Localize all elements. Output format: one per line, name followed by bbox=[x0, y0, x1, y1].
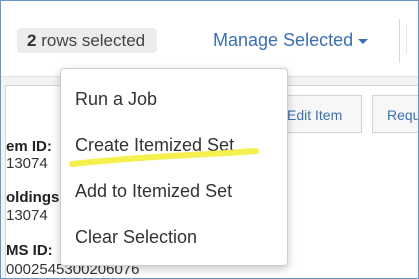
screenshot-border bbox=[0, 0, 419, 279]
